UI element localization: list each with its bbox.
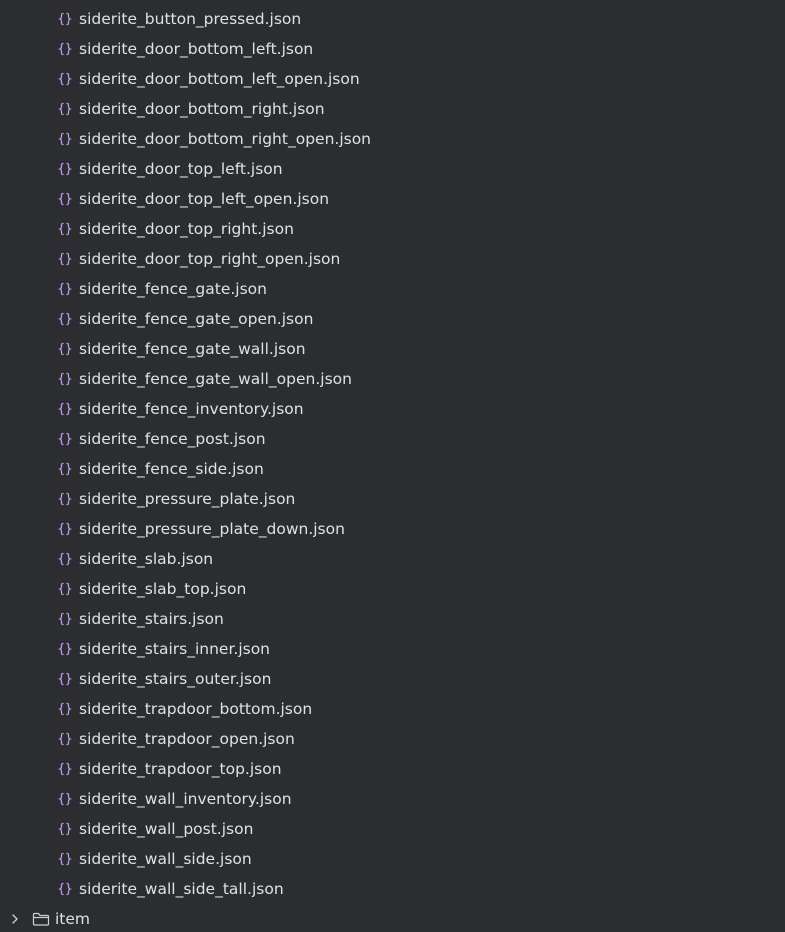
file-name-label: siderite_fence_gate_wall_open.json xyxy=(79,370,352,388)
file-tree-item[interactable]: siderite_stairs.json xyxy=(0,604,785,634)
file-tree-item[interactable]: siderite_fence_inventory.json xyxy=(0,394,785,424)
file-name-label: siderite_fence_post.json xyxy=(79,430,266,448)
file-name-label: siderite_door_top_left_open.json xyxy=(79,190,330,208)
file-name-label: siderite_slab.json xyxy=(79,550,214,568)
file-tree-item[interactable]: siderite_door_top_left_open.json xyxy=(0,184,785,214)
folder-icon xyxy=(32,911,50,927)
json-braces-icon xyxy=(57,371,73,387)
file-tree-item[interactable]: siderite_door_bottom_right.json xyxy=(0,94,785,124)
json-braces-icon xyxy=(57,881,73,897)
file-tree-item[interactable]: siderite_wall_inventory.json xyxy=(0,784,785,814)
file-name-label: siderite_stairs_inner.json xyxy=(79,640,271,658)
file-name-label: siderite_wall_inventory.json xyxy=(79,790,292,808)
file-name-label: siderite_pressure_plate_down.json xyxy=(79,520,345,538)
json-braces-icon xyxy=(57,581,73,597)
file-name-label: siderite_door_bottom_left_open.json xyxy=(79,70,360,88)
json-braces-icon xyxy=(57,11,73,27)
file-name-label: siderite_wall_side_tall.json xyxy=(79,880,284,898)
file-tree-item[interactable]: siderite_trapdoor_bottom.json xyxy=(0,694,785,724)
json-braces-icon xyxy=(57,521,73,537)
file-tree-item[interactable]: siderite_trapdoor_open.json xyxy=(0,724,785,754)
file-name-label: siderite_button_pressed.json xyxy=(79,10,302,28)
file-tree-item[interactable]: siderite_door_bottom_right_open.json xyxy=(0,124,785,154)
file-name-label: siderite_wall_side.json xyxy=(79,850,252,868)
file-name-label: siderite_fence_inventory.json xyxy=(79,400,304,418)
file-name-label: siderite_stairs_outer.json xyxy=(79,670,272,688)
file-name-label: siderite_fence_gate.json xyxy=(79,280,267,298)
json-braces-icon xyxy=(57,131,73,147)
file-name-label: siderite_trapdoor_open.json xyxy=(79,730,295,748)
json-braces-icon xyxy=(57,311,73,327)
json-braces-icon xyxy=(57,611,73,627)
file-name-label: siderite_trapdoor_top.json xyxy=(79,760,282,778)
file-tree-item[interactable]: siderite_fence_gate_open.json xyxy=(0,304,785,334)
json-braces-icon xyxy=(57,251,73,267)
file-tree-item[interactable]: siderite_fence_side.json xyxy=(0,454,785,484)
file-name-label: siderite_fence_gate_open.json xyxy=(79,310,314,328)
json-braces-icon xyxy=(57,551,73,567)
file-tree-item[interactable]: siderite_door_bottom_left.json xyxy=(0,34,785,64)
file-name-label: siderite_stairs.json xyxy=(79,610,224,628)
folder-tree-item[interactable]: item xyxy=(0,904,785,932)
file-tree-item[interactable]: siderite_slab.json xyxy=(0,544,785,574)
file-tree-item[interactable]: siderite_pressure_plate_down.json xyxy=(0,514,785,544)
file-tree-item[interactable]: siderite_wall_post.json xyxy=(0,814,785,844)
project-file-tree: siderite_button_pressed.json siderite_doo… xyxy=(0,0,785,932)
file-name-label: siderite_door_top_right.json xyxy=(79,220,294,238)
file-tree-item[interactable]: siderite_door_top_right_open.json xyxy=(0,244,785,274)
file-name-label: siderite_door_top_left.json xyxy=(79,160,283,178)
file-tree-item[interactable]: siderite_fence_post.json xyxy=(0,424,785,454)
json-braces-icon xyxy=(57,431,73,447)
chevron-right-icon[interactable] xyxy=(8,912,22,926)
json-braces-icon xyxy=(57,791,73,807)
json-braces-icon xyxy=(57,101,73,117)
json-braces-icon xyxy=(57,461,73,477)
file-tree-item[interactable]: siderite_door_bottom_left_open.json xyxy=(0,64,785,94)
file-name-label: siderite_slab_top.json xyxy=(79,580,247,598)
file-tree-item[interactable]: siderite_trapdoor_top.json xyxy=(0,754,785,784)
file-name-label: siderite_fence_gate_wall.json xyxy=(79,340,306,358)
json-braces-icon xyxy=(57,671,73,687)
json-braces-icon xyxy=(57,851,73,867)
file-tree-item[interactable]: siderite_fence_gate.json xyxy=(0,274,785,304)
file-name-label: siderite_door_bottom_left.json xyxy=(79,40,314,58)
file-name-label: siderite_door_top_right_open.json xyxy=(79,250,341,268)
file-tree-item[interactable]: siderite_button_pressed.json xyxy=(0,4,785,34)
json-braces-icon xyxy=(57,821,73,837)
file-name-label: siderite_wall_post.json xyxy=(79,820,254,838)
file-tree-item[interactable]: siderite_fence_gate_wall.json xyxy=(0,334,785,364)
json-braces-icon xyxy=(57,71,73,87)
folder-name-label: item xyxy=(55,910,91,928)
json-braces-icon xyxy=(57,641,73,657)
file-name-label: siderite_door_bottom_right.json xyxy=(79,100,325,118)
file-tree-item[interactable]: siderite_stairs_inner.json xyxy=(0,634,785,664)
json-braces-icon xyxy=(57,701,73,717)
file-tree-item[interactable]: siderite_slab_top.json xyxy=(0,574,785,604)
json-braces-icon xyxy=(57,341,73,357)
json-braces-icon xyxy=(57,41,73,57)
file-tree-item[interactable]: siderite_stairs_outer.json xyxy=(0,664,785,694)
file-tree-item[interactable]: siderite_fence_gate_wall_open.json xyxy=(0,364,785,394)
file-name-label: siderite_fence_side.json xyxy=(79,460,264,478)
json-braces-icon xyxy=(57,761,73,777)
json-braces-icon xyxy=(57,191,73,207)
json-braces-icon xyxy=(57,221,73,237)
file-tree-item[interactable]: siderite_pressure_plate.json xyxy=(0,484,785,514)
file-name-label: siderite_pressure_plate.json xyxy=(79,490,296,508)
json-braces-icon xyxy=(57,731,73,747)
file-tree-item[interactable]: siderite_door_top_left.json xyxy=(0,154,785,184)
file-tree-item[interactable]: siderite_door_top_right.json xyxy=(0,214,785,244)
file-tree-item[interactable]: siderite_wall_side.json xyxy=(0,844,785,874)
json-braces-icon xyxy=(57,401,73,417)
file-tree-item[interactable]: siderite_wall_side_tall.json xyxy=(0,874,785,904)
json-braces-icon xyxy=(57,491,73,507)
json-braces-icon xyxy=(57,161,73,177)
file-name-label: siderite_trapdoor_bottom.json xyxy=(79,700,313,718)
json-braces-icon xyxy=(57,281,73,297)
file-name-label: siderite_door_bottom_right_open.json xyxy=(79,130,372,148)
